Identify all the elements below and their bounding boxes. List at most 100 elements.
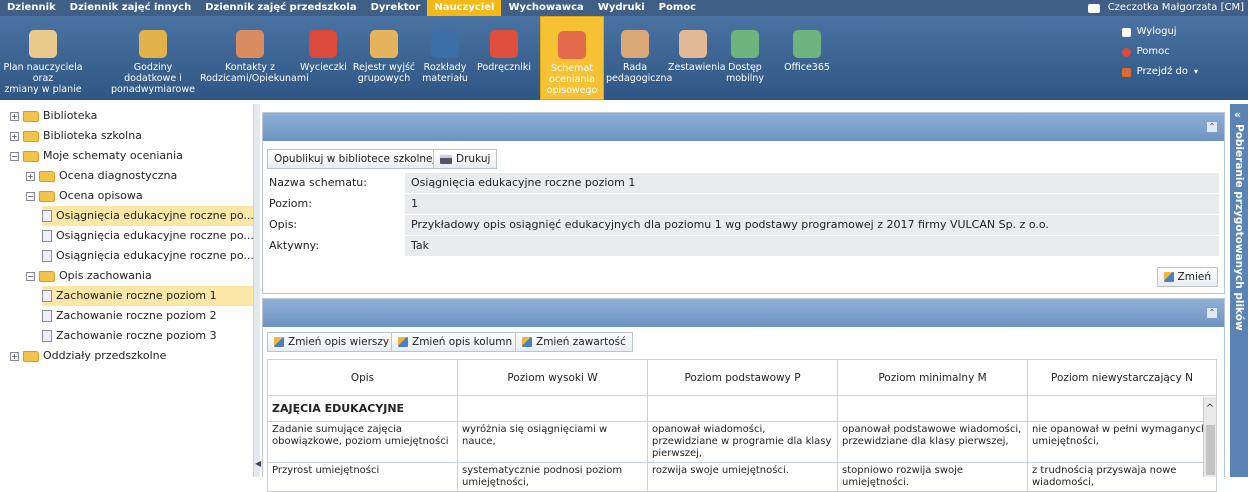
toolbar-button-10[interactable]: Dostęp mobilny — [720, 16, 770, 100]
collapse-left-icon[interactable]: ◀ — [255, 459, 261, 468]
dropdown-arrow-icon: ▾ — [1193, 67, 1198, 76]
print-button[interactable]: Drukuj — [433, 149, 498, 169]
collapse-up-icon[interactable]: ⌃ — [1206, 307, 1218, 319]
table-cell[interactable] — [1027, 395, 1217, 422]
menu-item-5[interactable]: Wychowawca — [501, 0, 590, 16]
user-name[interactable]: Czeczotka Małgorzata [CM] — [1108, 0, 1244, 16]
menu-item-1[interactable]: Dziennik zajęć innych — [63, 0, 199, 16]
scroll-up-icon[interactable]: ^ — [1204, 403, 1216, 414]
scheme-details-panel: ⌃ Opublikuj w bibliotece szkolnej Drukuj… — [262, 112, 1225, 294]
table-cell[interactable] — [647, 395, 838, 422]
tree-node[interactable]: − Opis zachowania — [26, 266, 253, 286]
toolbar-button-label: Plan nauczyciela oraz zmiany w planie — [3, 62, 83, 95]
column-header[interactable]: Poziom wysoki W — [457, 359, 648, 396]
change-button[interactable]: Zmień — [1156, 267, 1218, 287]
table-cell[interactable]: nie opanował w pełni wymaganych umiejętn… — [1027, 421, 1217, 463]
toolbar-button-7[interactable]: Schemat oceniania opisowego — [540, 16, 604, 100]
tree-node[interactable]: + Ocena diagnostyczna — [26, 166, 253, 186]
tree-node[interactable]: − Ocena opisowa — [26, 186, 253, 206]
tree-node[interactable]: Zachowanie roczne poziom 1 — [42, 286, 253, 306]
table-cell[interactable]: Przyrost umiejętności — [267, 462, 458, 492]
collapse-icon[interactable]: − — [10, 151, 19, 161]
tree-node[interactable]: + Biblioteka — [10, 106, 253, 126]
table-cell[interactable]: systematycznie podnosi poziom umiejętnoś… — [457, 462, 648, 492]
table-cell[interactable]: z trudnością przyswaja nowe wiadomości, — [1027, 462, 1217, 492]
table-row[interactable]: Zadanie sumujące zajęcia obowiązkowe, po… — [267, 421, 1217, 463]
tree-node[interactable]: + Oddziały przedszkolne — [10, 346, 253, 366]
tree-node[interactable]: Osiągnięcia edukacyjne roczne po... — [42, 226, 253, 246]
parents-contact-icon — [236, 30, 264, 58]
folder-open-icon — [39, 270, 55, 282]
expand-panel-icon[interactable]: « — [1234, 108, 1241, 121]
table-cell[interactable]: wyróżnia się osiągnięciami w nauce, — [457, 421, 648, 463]
toolbar-button-4[interactable]: Rejestr wyjść grupowych — [352, 16, 416, 100]
toolbar-button-5[interactable]: Rozkłady materiału — [422, 16, 468, 100]
column-header[interactable]: Poziom podstawowy P — [647, 359, 838, 396]
tree-node[interactable]: − Moje schematy oceniania — [10, 146, 253, 166]
toolbar-button-3[interactable]: Wycieczki — [300, 16, 347, 100]
tree-node[interactable]: + Biblioteka szkolna — [10, 126, 253, 146]
toolbar-button-label: Office365 — [784, 62, 830, 73]
user-area: Czeczotka Małgorzata [CM] — [1087, 0, 1244, 16]
menu-item-4[interactable]: Nauczyciel — [427, 0, 502, 16]
downloads-side-panel[interactable]: « Pobieranie przygotowanych plików — [1230, 104, 1248, 477]
table-cell[interactable]: rozwija swoje umiejętności. — [647, 462, 838, 492]
toolbar-button-label: Podręczniki — [477, 62, 531, 73]
toolbar-button-2[interactable]: Kontakty z Rodzicami/Opiekunami — [200, 16, 309, 100]
toolbar-button-8[interactable]: Rada pedagogiczna — [606, 16, 672, 100]
pencil-icon — [274, 337, 284, 347]
table-cell[interactable]: stopniowo rozwija swoje umiejętności. — [837, 462, 1028, 492]
tree-node-label: Osiągnięcia edukacyjne roczne po... — [56, 249, 254, 262]
toolbar-button-0[interactable]: Plan nauczyciela oraz zmiany w planie — [0, 16, 86, 100]
toolbar-ribbon: Wyloguj Pomoc Przejdź do ▾ Plan nauczycie… — [0, 16, 1248, 100]
tree-node[interactable]: Osiągnięcia edukacyjne roczne po... — [42, 206, 253, 226]
tree-node[interactable]: Zachowanie roczne poziom 3 — [42, 326, 253, 346]
help-link[interactable]: Pomoc — [1121, 42, 1198, 62]
tree-node[interactable]: Zachowanie roczne poziom 2 — [42, 306, 253, 326]
panel-splitter[interactable]: ◀ — [254, 104, 261, 477]
table-scrollbar[interactable]: ^ — [1203, 397, 1216, 477]
expand-icon[interactable]: + — [26, 171, 35, 181]
column-header[interactable]: Opis — [267, 359, 458, 396]
change-col-desc-button[interactable]: Zmień opis kolumn — [391, 332, 520, 352]
folder-icon — [39, 170, 55, 182]
pencil-icon — [522, 337, 532, 347]
table-cell[interactable]: opanował wiadomości, przewidziane w prog… — [647, 421, 838, 463]
collapse-icon[interactable]: − — [26, 271, 35, 281]
session-links: Wyloguj Pomoc Przejdź do ▾ — [1121, 22, 1198, 82]
menu-item-3[interactable]: Dyrektor — [364, 0, 428, 16]
toolbar-button-label: Schemat oceniania opisowego — [546, 63, 598, 96]
table-cell[interactable] — [457, 395, 648, 422]
menu-item-7[interactable]: Pomoc — [652, 0, 703, 16]
folder-icon — [23, 130, 39, 142]
reports-icon — [679, 30, 707, 58]
menu-item-0[interactable]: Dziennik — [0, 0, 63, 16]
table-cell[interactable] — [837, 395, 1028, 422]
goto-link[interactable]: Przejdź do ▾ — [1121, 62, 1198, 82]
collapse-up-icon[interactable]: ⌃ — [1206, 121, 1218, 133]
menu-item-6[interactable]: Wydruki — [591, 0, 652, 16]
scroll-thumb[interactable] — [1206, 425, 1215, 475]
tree-node[interactable]: Osiągnięcia edukacyjne roczne po... — [42, 246, 254, 266]
table-row[interactable]: Przyrost umiejętności systematycznie podn… — [267, 462, 1217, 492]
table-cell[interactable]: opanował podstawowe wiadomości, przewidz… — [837, 421, 1028, 463]
publish-button[interactable]: Opublikuj w bibliotece szkolnej — [267, 149, 443, 169]
toolbar-button-1[interactable]: Godziny dodatkowe i ponadwymiarowe — [110, 16, 196, 100]
toolbar-button-11[interactable]: Office365 — [782, 16, 832, 100]
toolbar-button-9[interactable]: Zestawienia — [668, 16, 726, 100]
field-active: Aktywny: Tak — [269, 236, 1219, 256]
change-content-button[interactable]: Zmień zawartość — [515, 332, 633, 352]
table-cell[interactable]: Zadanie sumujące zajęcia obowiązkowe, po… — [267, 421, 458, 463]
chat-icon[interactable] — [1087, 3, 1100, 13]
expand-icon[interactable]: + — [10, 131, 19, 141]
expand-icon[interactable]: + — [10, 111, 19, 121]
collapse-icon[interactable]: − — [26, 191, 35, 201]
column-header[interactable]: Poziom minimalny M — [837, 359, 1028, 396]
toolbar-button-6[interactable]: Podręczniki — [474, 16, 534, 100]
logout-link[interactable]: Wyloguj — [1121, 22, 1198, 42]
expand-icon[interactable]: + — [10, 351, 19, 361]
change-row-desc-button[interactable]: Zmień opis wierszy — [267, 332, 397, 352]
menu-item-2[interactable]: Dziennik zajęć przedszkola — [198, 0, 363, 16]
column-header[interactable]: Poziom niewystarczający N — [1027, 359, 1217, 396]
folder-open-icon — [23, 150, 39, 162]
